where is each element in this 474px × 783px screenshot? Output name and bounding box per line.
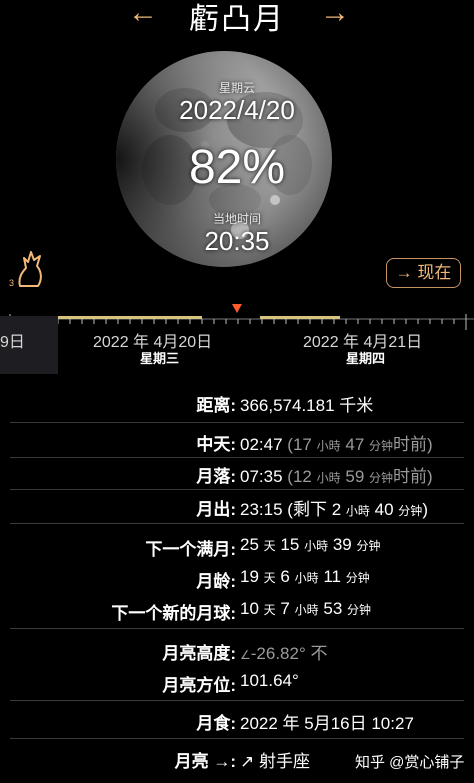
moon-age-row: 月龄: 19 天 6 小時 11 分钟 <box>0 567 474 597</box>
divider <box>10 628 464 629</box>
altitude-row: 月亮高度: ∠-26.82° 不 <box>0 639 474 669</box>
divider <box>10 422 464 423</box>
eclipse-value: 2022 年 5月16日 10:27 <box>240 714 414 733</box>
page-title: 虧凸月 <box>189 3 285 36</box>
next-full-moon-label: 下一个满月: <box>145 540 236 559</box>
culmination-label: 中天: <box>196 435 236 454</box>
local-time-label: 当地时间 <box>212 212 261 226</box>
azimuth-row: 月亮方位: 101.64° <box>0 671 474 701</box>
moonset-value: 07:35 (12 小時 59 分钟时前) <box>240 467 433 486</box>
azimuth-label: 月亮方位: <box>162 676 236 695</box>
moon-age-label: 月龄: <box>196 572 236 591</box>
divider <box>10 738 464 739</box>
timeline-current-marker <box>232 304 242 313</box>
moonrise-value: 23:15 (剩下 2 小時 40 分钟) <box>240 500 428 519</box>
next-new-moon-row: 下一个新的月球: 10 天 7 小時 53 分钟 <box>0 599 474 629</box>
next-new-moon-label: 下一个新的月球: <box>111 604 236 623</box>
next-new-moon-value: 10 天 7 小時 53 分钟 <box>240 599 372 618</box>
next-full-moon-value: 25 天 15 小時 39 分钟 <box>240 535 381 554</box>
moon-weekday: 星期云 <box>218 81 255 95</box>
illumination-percent: 82% <box>188 141 286 194</box>
eclipse-row: 月食: 2022 年 5月16日 10:27 <box>0 709 474 739</box>
header: ← 虧凸月 → <box>0 0 474 40</box>
now-button[interactable]: → 现在 <box>386 258 461 288</box>
divider <box>10 489 464 490</box>
next-full-moon-row: 下一个满月: 25 天 15 小時 39 分钟 <box>0 535 474 565</box>
moonset-label: 月落: <box>196 467 236 486</box>
timeline-weekday-2: 星期四 <box>346 351 386 366</box>
wolf-howl-icon[interactable] <box>12 248 48 288</box>
local-time: 20:35 <box>204 226 270 256</box>
right-arrow-icon[interactable]: → <box>320 0 350 28</box>
distance-value: 366,574.181 千米 <box>240 396 374 415</box>
azimuth-value: 101.64° <box>240 671 299 690</box>
moonrise-label: 月出: <box>196 500 236 519</box>
sagittarius-icon: ↗ <box>240 752 255 771</box>
divider <box>10 457 464 458</box>
moon-date: 2022/4/20 <box>179 95 295 125</box>
zodiac-label: 月亮 →: <box>174 752 236 771</box>
timeline[interactable]: 9日 2022 年 4月20日 星期三 2022 年 4月21日 星期四 <box>0 304 474 374</box>
eclipse-label: 月食: <box>196 714 236 733</box>
distance-row: 距离: 366,574.181 千米 <box>0 391 474 421</box>
wolf-count: 3 <box>9 278 15 288</box>
moon-age-value: 19 天 6 小時 11 分钟 <box>240 567 370 586</box>
culmination-row: 中天: 02:47 (17 小時 47 分钟时前) <box>0 430 474 460</box>
divider <box>10 523 464 524</box>
timeline-weekday-1: 星期三 <box>140 351 180 366</box>
watermark: 知乎 @赏心铺子 <box>355 754 465 771</box>
divider <box>10 700 464 701</box>
altitude-value: ∠-26.82° 不 <box>240 644 328 663</box>
moonrise-row: 月出: 23:15 (剩下 2 小時 40 分钟) <box>0 495 474 525</box>
culmination-value: 02:47 (17 小時 47 分钟时前) <box>240 435 433 454</box>
timeline-left-cut-label: 9日 <box>0 334 25 351</box>
zodiac-value: ↗ 射手座 <box>240 752 310 771</box>
distance-label: 距离: <box>196 396 236 415</box>
angle-icon: ∠ <box>240 648 251 662</box>
altitude-label: 月亮高度: <box>162 644 236 663</box>
moonset-row: 月落: 07:35 (12 小時 59 分钟时前) <box>0 462 474 492</box>
